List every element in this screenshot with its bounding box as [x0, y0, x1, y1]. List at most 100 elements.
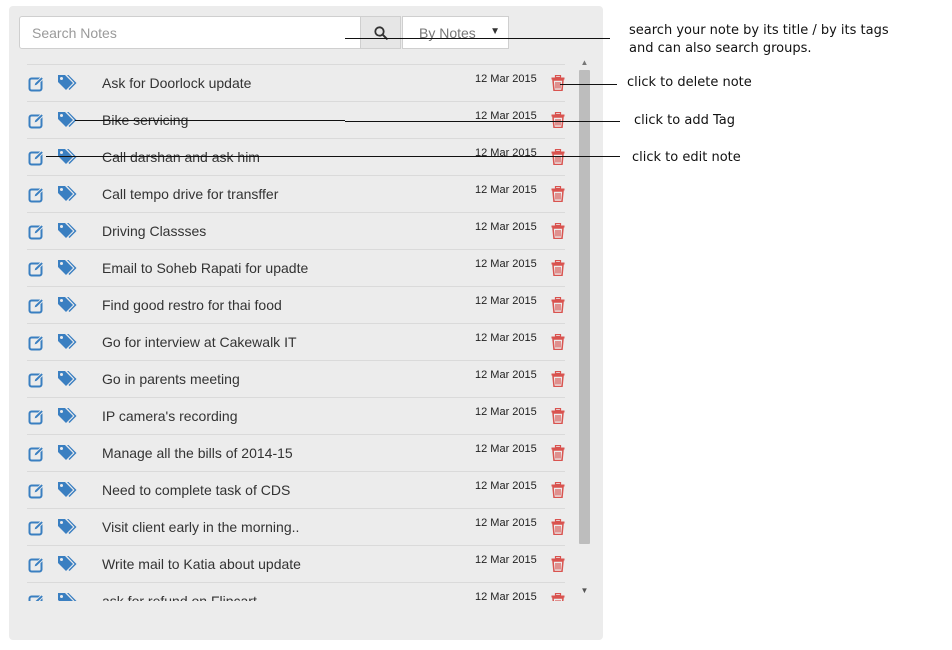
note-row[interactable]: ask for refund on Flipcart 12 Mar 2015: [27, 582, 565, 601]
note-date: 12 Mar 2015: [475, 184, 537, 196]
note-row[interactable]: Write mail to Katia about update 12 Mar 2…: [27, 545, 565, 583]
note-row[interactable]: Go in parents meeting 12 Mar 2015: [27, 360, 565, 398]
tag-icon[interactable]: [57, 111, 77, 129]
search-annotation-line: [345, 38, 610, 39]
tag-icon[interactable]: [57, 74, 77, 92]
note-title[interactable]: Email to Soheb Rapati for upadte: [102, 260, 308, 276]
note-row[interactable]: Driving Classses 12 Mar 2015: [27, 212, 565, 250]
edit-icon[interactable]: [28, 446, 44, 462]
edit-icon[interactable]: [28, 261, 44, 277]
tag-icon[interactable]: [57, 481, 77, 499]
trash-icon[interactable]: [551, 556, 565, 572]
trash-icon[interactable]: [551, 519, 565, 535]
tag-icon[interactable]: [57, 222, 77, 240]
tag-icon[interactable]: [57, 370, 77, 388]
trash-icon[interactable]: [551, 371, 565, 387]
edit-icon[interactable]: [28, 483, 44, 499]
tag-icon[interactable]: [57, 407, 77, 425]
tag-icon[interactable]: [57, 259, 77, 277]
edit-icon[interactable]: [28, 298, 44, 314]
tag-annotation-line: [345, 121, 620, 122]
note-date: 12 Mar 2015: [475, 591, 537, 601]
trash-icon[interactable]: [551, 149, 565, 165]
tag-icon[interactable]: [57, 555, 77, 573]
edit-icon[interactable]: [28, 335, 44, 351]
tag-annotation-line-left: [75, 120, 345, 121]
note-row[interactable]: Go for interview at Cakewalk IT 12 Mar 20…: [27, 323, 565, 361]
tag-icon[interactable]: [57, 333, 77, 351]
note-row[interactable]: Manage all the bills of 2014-15 12 Mar 20…: [27, 434, 565, 472]
tag-icon[interactable]: [57, 148, 77, 166]
note-date: 12 Mar 2015: [475, 221, 537, 233]
edit-annotation: click to edit note: [632, 150, 741, 165]
note-date: 12 Mar 2015: [475, 147, 537, 159]
trash-icon[interactable]: [551, 482, 565, 498]
trash-icon[interactable]: [551, 260, 565, 276]
trash-icon[interactable]: [551, 186, 565, 202]
edit-icon[interactable]: [28, 594, 44, 601]
scroll-up-arrow-icon[interactable]: ▲: [577, 58, 592, 68]
note-title[interactable]: Go in parents meeting: [102, 371, 240, 387]
note-row[interactable]: Call darshan and ask him 12 Mar 2015: [27, 138, 565, 176]
trash-icon[interactable]: [551, 408, 565, 424]
note-date: 12 Mar 2015: [475, 480, 537, 492]
trash-icon[interactable]: [551, 593, 565, 601]
note-title[interactable]: Go for interview at Cakewalk IT: [102, 334, 297, 350]
trash-icon[interactable]: [551, 297, 565, 313]
tag-icon[interactable]: [57, 592, 77, 601]
note-title[interactable]: Driving Classses: [102, 223, 206, 239]
trash-icon[interactable]: [551, 112, 565, 128]
tag-icon[interactable]: [57, 518, 77, 536]
note-date: 12 Mar 2015: [475, 73, 537, 85]
note-date: 12 Mar 2015: [475, 295, 537, 307]
chevron-down-icon: ▼: [490, 26, 500, 37]
note-title[interactable]: Ask for Doorlock update: [102, 75, 251, 91]
note-title[interactable]: Find good restro for thai food: [102, 297, 282, 313]
note-title[interactable]: IP camera's recording: [102, 408, 237, 424]
search-annotation-line1: search your note by its title / by its t…: [629, 23, 889, 38]
note-title[interactable]: Need to complete task of CDS: [102, 482, 290, 498]
trash-icon[interactable]: [551, 334, 565, 350]
edit-icon[interactable]: [28, 224, 44, 240]
note-row[interactable]: Visit client early in the morning.. 12 Ma…: [27, 508, 565, 546]
note-row[interactable]: Find good restro for thai food 12 Mar 201…: [27, 286, 565, 324]
edit-icon[interactable]: [28, 520, 44, 536]
note-date: 12 Mar 2015: [475, 406, 537, 418]
trash-icon[interactable]: [551, 75, 565, 91]
note-date: 12 Mar 2015: [475, 332, 537, 344]
tag-icon[interactable]: [57, 444, 77, 462]
note-date: 12 Mar 2015: [475, 258, 537, 270]
edit-icon[interactable]: [28, 409, 44, 425]
note-row[interactable]: IP camera's recording 12 Mar 2015: [27, 397, 565, 435]
edit-icon[interactable]: [28, 76, 44, 92]
edit-icon[interactable]: [28, 150, 44, 166]
edit-annotation-line: [46, 156, 620, 157]
search-annotation: search your note by its title / by its t…: [629, 22, 889, 58]
notes-list: Ask for Doorlock update 12 Mar 2015 Bike s…: [27, 64, 565, 601]
scrollbar-thumb[interactable]: [579, 70, 590, 544]
note-title[interactable]: Write mail to Katia about update: [102, 556, 301, 572]
note-title[interactable]: Call tempo drive for transffer: [102, 186, 278, 202]
edit-icon[interactable]: [28, 113, 44, 129]
note-row[interactable]: Ask for Doorlock update 12 Mar 2015: [27, 64, 565, 102]
edit-icon[interactable]: [28, 372, 44, 388]
search-input[interactable]: [19, 16, 361, 49]
note-title[interactable]: Visit client early in the morning..: [102, 519, 299, 535]
note-title[interactable]: Manage all the bills of 2014-15: [102, 445, 293, 461]
note-date: 12 Mar 2015: [475, 554, 537, 566]
filter-select[interactable]: By Notes ▼: [402, 16, 509, 49]
note-row[interactable]: Call tempo drive for transffer 12 Mar 201…: [27, 175, 565, 213]
tag-icon[interactable]: [57, 185, 77, 203]
note-title[interactable]: ask for refund on Flipcart: [102, 593, 257, 601]
scroll-down-arrow-icon[interactable]: ▼: [577, 586, 592, 596]
note-row[interactable]: Email to Soheb Rapati for upadte 12 Mar 2…: [27, 249, 565, 287]
edit-icon[interactable]: [28, 187, 44, 203]
edit-icon[interactable]: [28, 557, 44, 573]
trash-icon[interactable]: [551, 445, 565, 461]
tag-icon[interactable]: [57, 296, 77, 314]
search-button[interactable]: [361, 16, 401, 49]
note-title[interactable]: Call darshan and ask him: [102, 149, 260, 165]
note-row[interactable]: Need to complete task of CDS 12 Mar 2015: [27, 471, 565, 509]
list-scrollbar[interactable]: ▲ ▼: [577, 56, 592, 601]
trash-icon[interactable]: [551, 223, 565, 239]
